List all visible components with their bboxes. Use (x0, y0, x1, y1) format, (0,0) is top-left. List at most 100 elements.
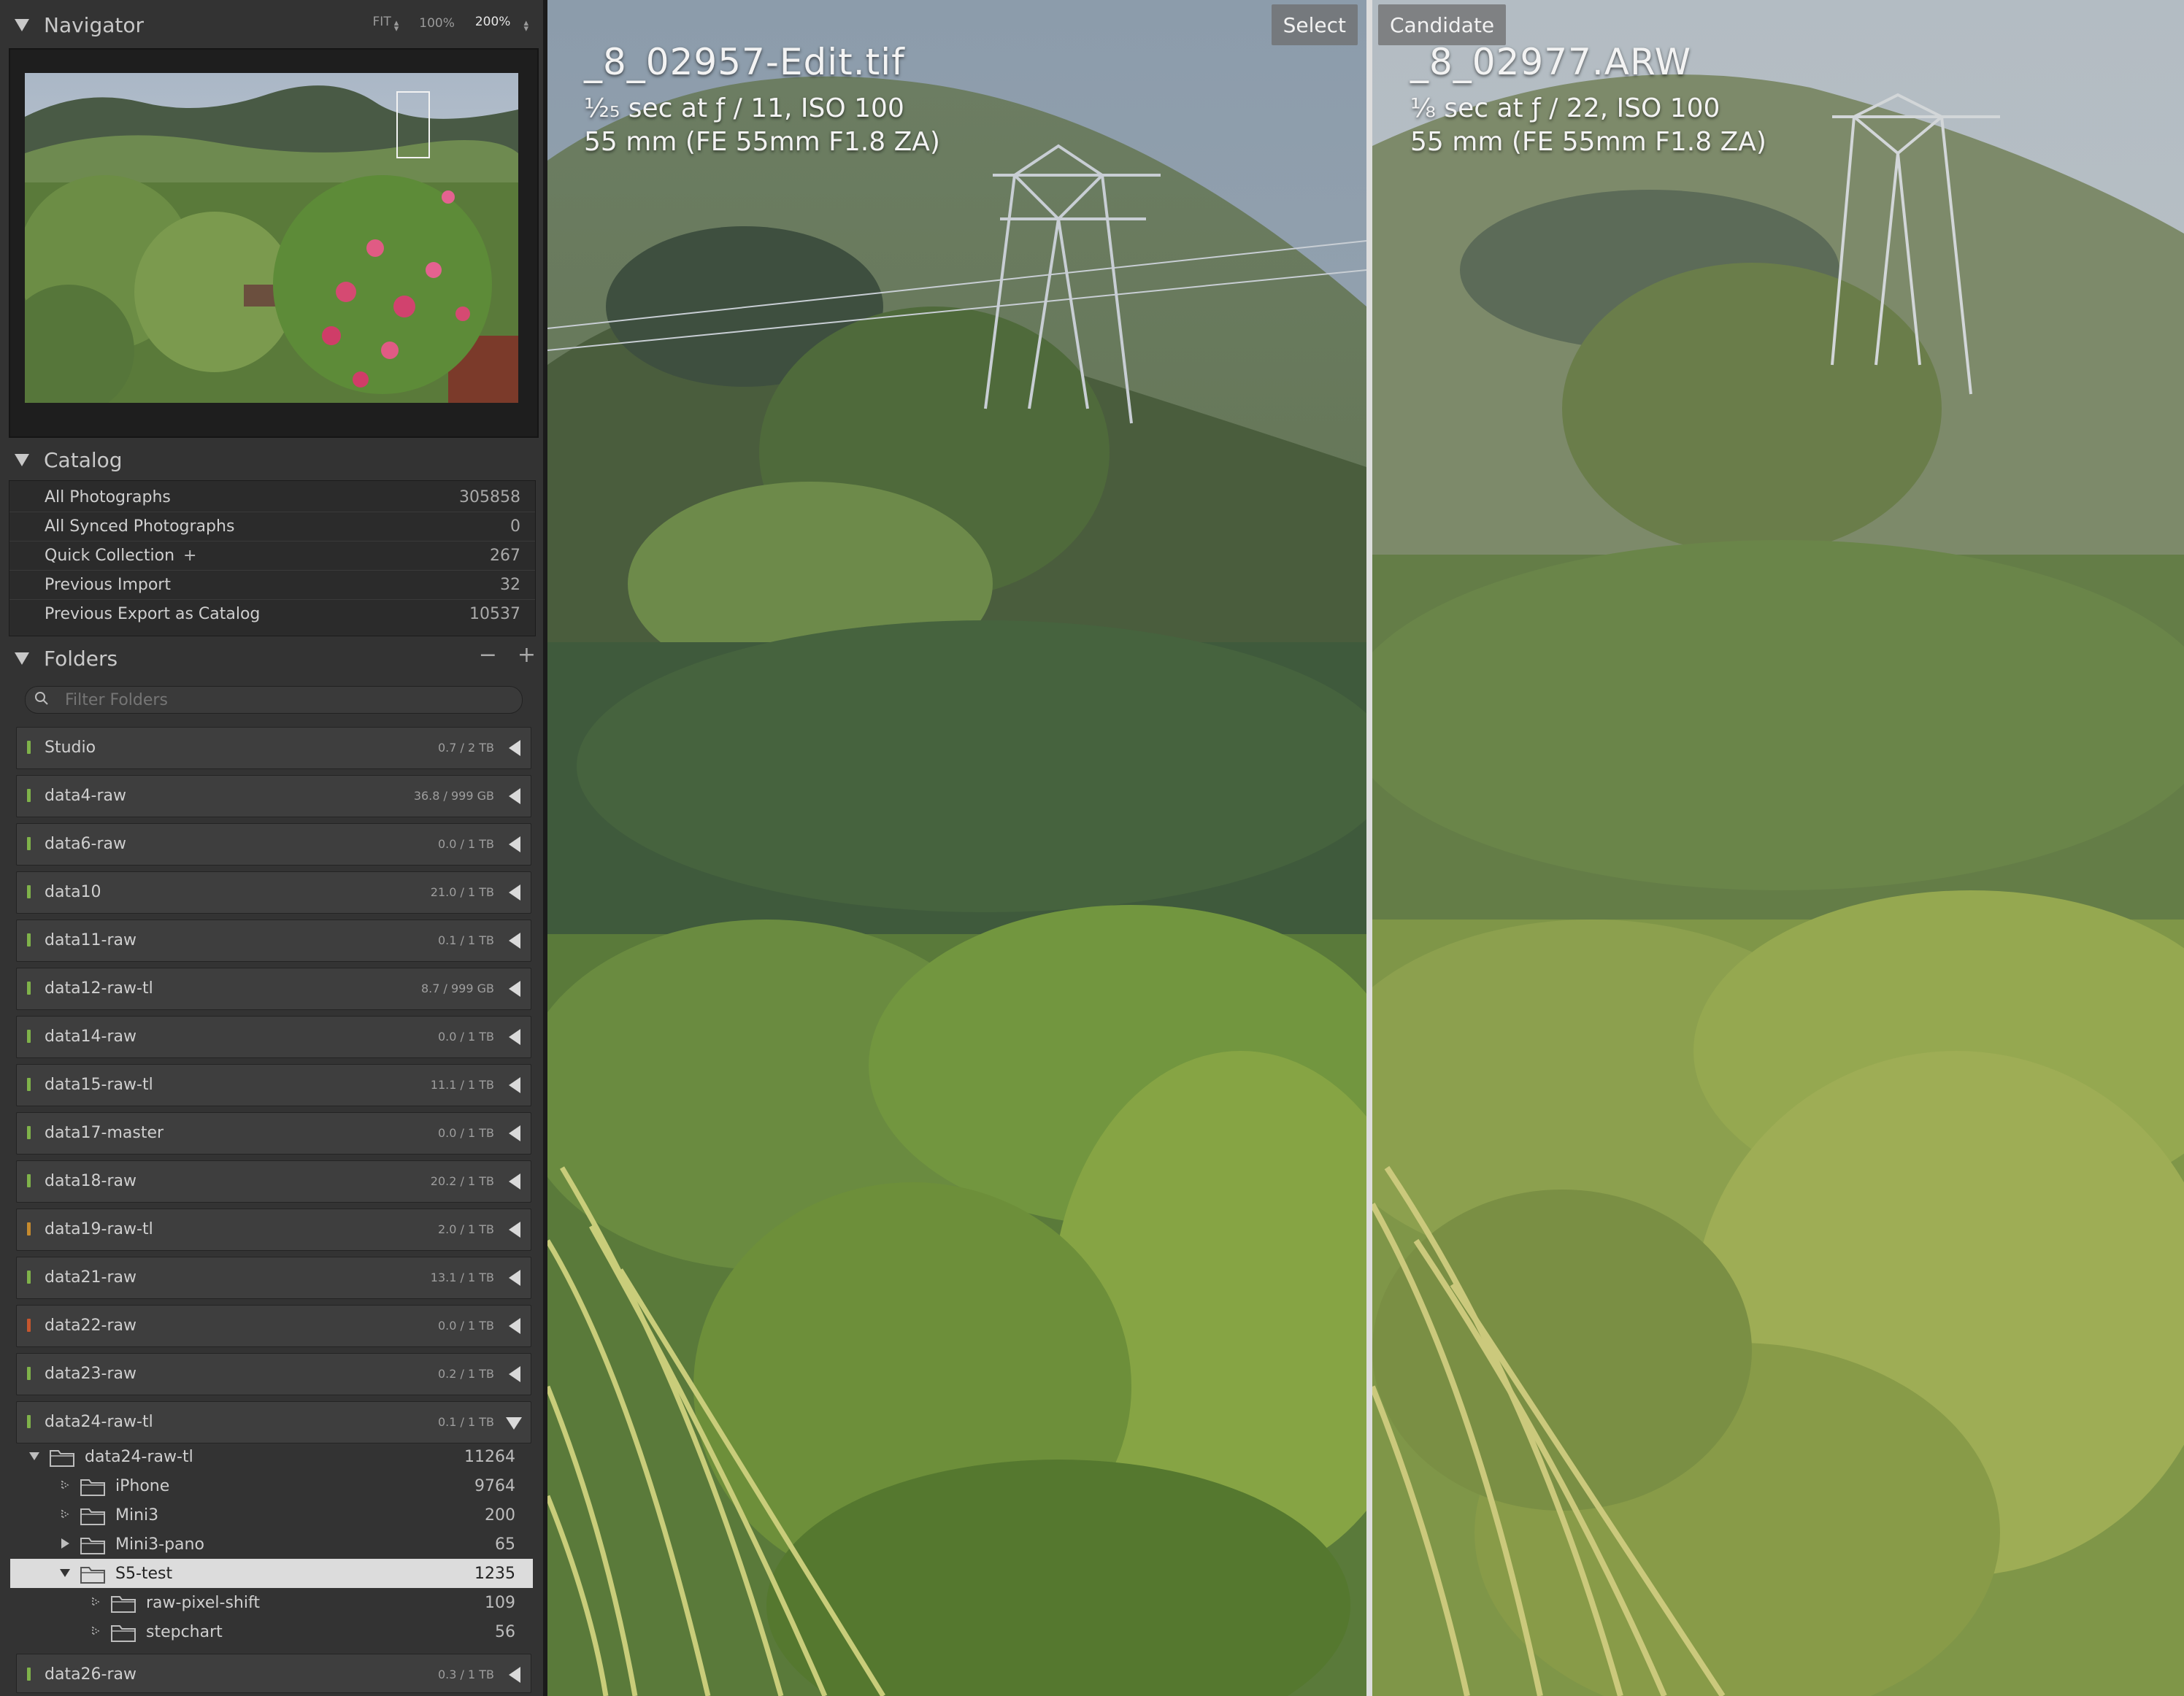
navigator-thumbnail[interactable] (25, 73, 518, 403)
folder-icon (80, 1538, 105, 1554)
catalog-header[interactable]: Catalog (0, 436, 543, 483)
folder-tree-item[interactable]: iPhone 9764 (10, 1471, 533, 1500)
expanded-triangle-icon[interactable] (58, 1566, 72, 1579)
volume-row[interactable]: data19-raw-tl 2.0 / 1 TB (16, 1209, 531, 1251)
volume-collapsed-arrow-icon[interactable] (509, 1029, 520, 1045)
volume-collapsed-arrow-icon[interactable] (509, 1366, 520, 1382)
volume-row[interactable]: data12-raw-tl 8.7 / 999 GB (16, 968, 531, 1010)
collapsed-triangle-icon[interactable] (58, 1537, 72, 1550)
volume-collapsed-arrow-icon[interactable] (509, 1125, 520, 1141)
candidate-image-pane[interactable]: Candidate _8_02977.ARW ⅛ sec at ƒ / 22, … (1372, 0, 2184, 1696)
folder-tree-item[interactable]: data24-raw-tl 11264 (10, 1442, 533, 1471)
volume-row[interactable]: data14-raw 0.0 / 1 TB (16, 1016, 531, 1058)
folder-name: stepchart (146, 1623, 223, 1641)
collapse-triangle-icon[interactable] (15, 652, 29, 665)
subfolder-triangle-icon[interactable] (58, 1508, 72, 1521)
volume-expanded-arrow-icon[interactable] (506, 1417, 522, 1430)
volume-row[interactable]: Studio 0.7 / 2 TB (16, 727, 531, 769)
volume-name: data23-raw (45, 1365, 137, 1383)
folder-name: Mini3 (115, 1506, 159, 1525)
subfolder-triangle-icon[interactable] (89, 1595, 102, 1608)
volume-capacity: 0.0 / 1 TB (437, 837, 494, 851)
candidate-exposure: ⅛ sec at ƒ / 22, ISO 100 (1410, 93, 1720, 123)
catalog-item-previous-export[interactable]: Previous Export as Catalog 10537 (9, 599, 535, 628)
volume-name: data19-raw-tl (45, 1220, 153, 1238)
remove-folder-button[interactable]: − (479, 642, 497, 668)
volume-capacity: 11.1 / 1 TB (430, 1078, 494, 1092)
folder-name: raw-pixel-shift (146, 1594, 260, 1612)
volume-name: data22-raw (45, 1317, 137, 1335)
volume-capacity: 0.1 / 1 TB (437, 1415, 494, 1429)
folder-icon (80, 1479, 105, 1496)
filter-folders-input[interactable] (64, 689, 504, 711)
select-image-pane[interactable]: Select _8_02957-Edit.tif ⅟₂₅ sec at ƒ / … (547, 0, 1366, 1696)
folder-tree-item[interactable]: Mini3 200 (10, 1500, 533, 1530)
folder-tree-item[interactable]: raw-pixel-shift 109 (10, 1588, 533, 1617)
catalog-item-all-synced[interactable]: All Synced Photographs 0 (9, 512, 535, 541)
volume-name: data4-raw (45, 787, 127, 805)
subfolder-triangle-icon[interactable] (58, 1479, 72, 1492)
navigator-zoom-options: FIT ▴ ▾ 100% 200% ▴ ▾ (373, 0, 543, 47)
volume-row[interactable]: data4-raw 36.8 / 999 GB (16, 775, 531, 817)
folder-tree-item[interactable]: Mini3-pano 65 (10, 1530, 533, 1559)
catalog-title: Catalog (44, 447, 123, 472)
volume-name: data17-master (45, 1124, 164, 1142)
volume-collapsed-arrow-icon[interactable] (509, 1077, 520, 1093)
volume-collapsed-arrow-icon[interactable] (509, 981, 520, 997)
zoom-200[interactable]: 200% ▴ ▾ (475, 15, 528, 34)
volume-name: data14-raw (45, 1028, 137, 1046)
volume-status-led (27, 933, 31, 947)
volume-collapsed-arrow-icon[interactable] (509, 1270, 520, 1286)
catalog-item-all-photographs[interactable]: All Photographs 305858 (9, 482, 535, 512)
volume-status-led (27, 1174, 31, 1187)
collapse-triangle-icon[interactable] (15, 453, 29, 466)
collapse-triangle-icon[interactable] (15, 18, 29, 31)
folder-tree-item[interactable]: S5-test 1235 (10, 1559, 533, 1588)
volume-row[interactable]: data15-raw-tl 11.1 / 1 TB (16, 1064, 531, 1106)
volume-capacity: 13.1 / 1 TB (430, 1271, 494, 1284)
subfolder-triangle-icon[interactable] (89, 1624, 102, 1638)
volume-capacity: 0.2 / 1 TB (437, 1367, 494, 1381)
volume-collapsed-arrow-icon[interactable] (509, 1173, 520, 1190)
volume-collapsed-arrow-icon[interactable] (509, 1318, 520, 1334)
volume-name: data21-raw (45, 1268, 137, 1287)
volume-status-led (27, 1367, 31, 1380)
volume-collapsed-arrow-icon[interactable] (509, 836, 520, 852)
volume-capacity: 0.0 / 1 TB (437, 1030, 494, 1044)
folder-tree-item[interactable]: stepchart 56 (10, 1617, 533, 1646)
updown-arrows-icon: ▴ ▾ (393, 18, 399, 34)
volume-status-led (27, 1668, 31, 1681)
volume-status-led (27, 1415, 31, 1428)
volume-collapsed-arrow-icon[interactable] (509, 788, 520, 804)
volume-collapsed-arrow-icon[interactable] (509, 740, 520, 756)
volume-collapsed-arrow-icon[interactable] (509, 933, 520, 949)
select-photo (547, 0, 1366, 1696)
expanded-triangle-icon[interactable] (28, 1449, 41, 1462)
catalog-item-previous-import[interactable]: Previous Import 32 (9, 570, 535, 600)
volume-row[interactable]: data22-raw 0.0 / 1 TB (16, 1305, 531, 1347)
volume-collapsed-arrow-icon[interactable] (509, 1222, 520, 1238)
volume-row[interactable]: data17-master 0.0 / 1 TB (16, 1112, 531, 1155)
volume-row[interactable]: data26-raw 0.3 / 1 TB (16, 1654, 531, 1693)
volume-row[interactable]: data10 21.0 / 1 TB (16, 871, 531, 914)
select-lens: 55 mm (FE 55mm F1.8 ZA) (584, 127, 940, 157)
zoom-fit[interactable]: FIT ▴ ▾ (373, 15, 399, 34)
volume-collapsed-arrow-icon[interactable] (509, 1667, 520, 1683)
volume-row[interactable]: data23-raw 0.2 / 1 TB (16, 1353, 531, 1395)
volume-row[interactable]: data24-raw-tl 0.1 / 1 TB (16, 1401, 531, 1443)
folders-header[interactable]: Folders (0, 635, 543, 682)
folder-name: S5-test (115, 1565, 173, 1583)
volume-collapsed-arrow-icon[interactable] (509, 884, 520, 901)
folder-icon (111, 1596, 136, 1613)
catalog-item-quick-collection[interactable]: Quick Collection + 267 (9, 541, 535, 571)
volume-row[interactable]: data21-raw 13.1 / 1 TB (16, 1257, 531, 1299)
volume-row[interactable]: data18-raw 20.2 / 1 TB (16, 1160, 531, 1203)
volume-capacity: 8.7 / 999 GB (420, 982, 494, 995)
add-folder-button[interactable]: + (518, 642, 536, 668)
zoom-100[interactable]: 100% (419, 16, 455, 31)
volume-status-led (27, 982, 31, 995)
volume-status-led (27, 1030, 31, 1043)
volume-row[interactable]: data6-raw 0.0 / 1 TB (16, 823, 531, 866)
volume-row[interactable]: data11-raw 0.1 / 1 TB (16, 920, 531, 962)
left-panel: Navigator FIT ▴ ▾ 100% 200% ▴ ▾ Catalog … (0, 0, 543, 1696)
